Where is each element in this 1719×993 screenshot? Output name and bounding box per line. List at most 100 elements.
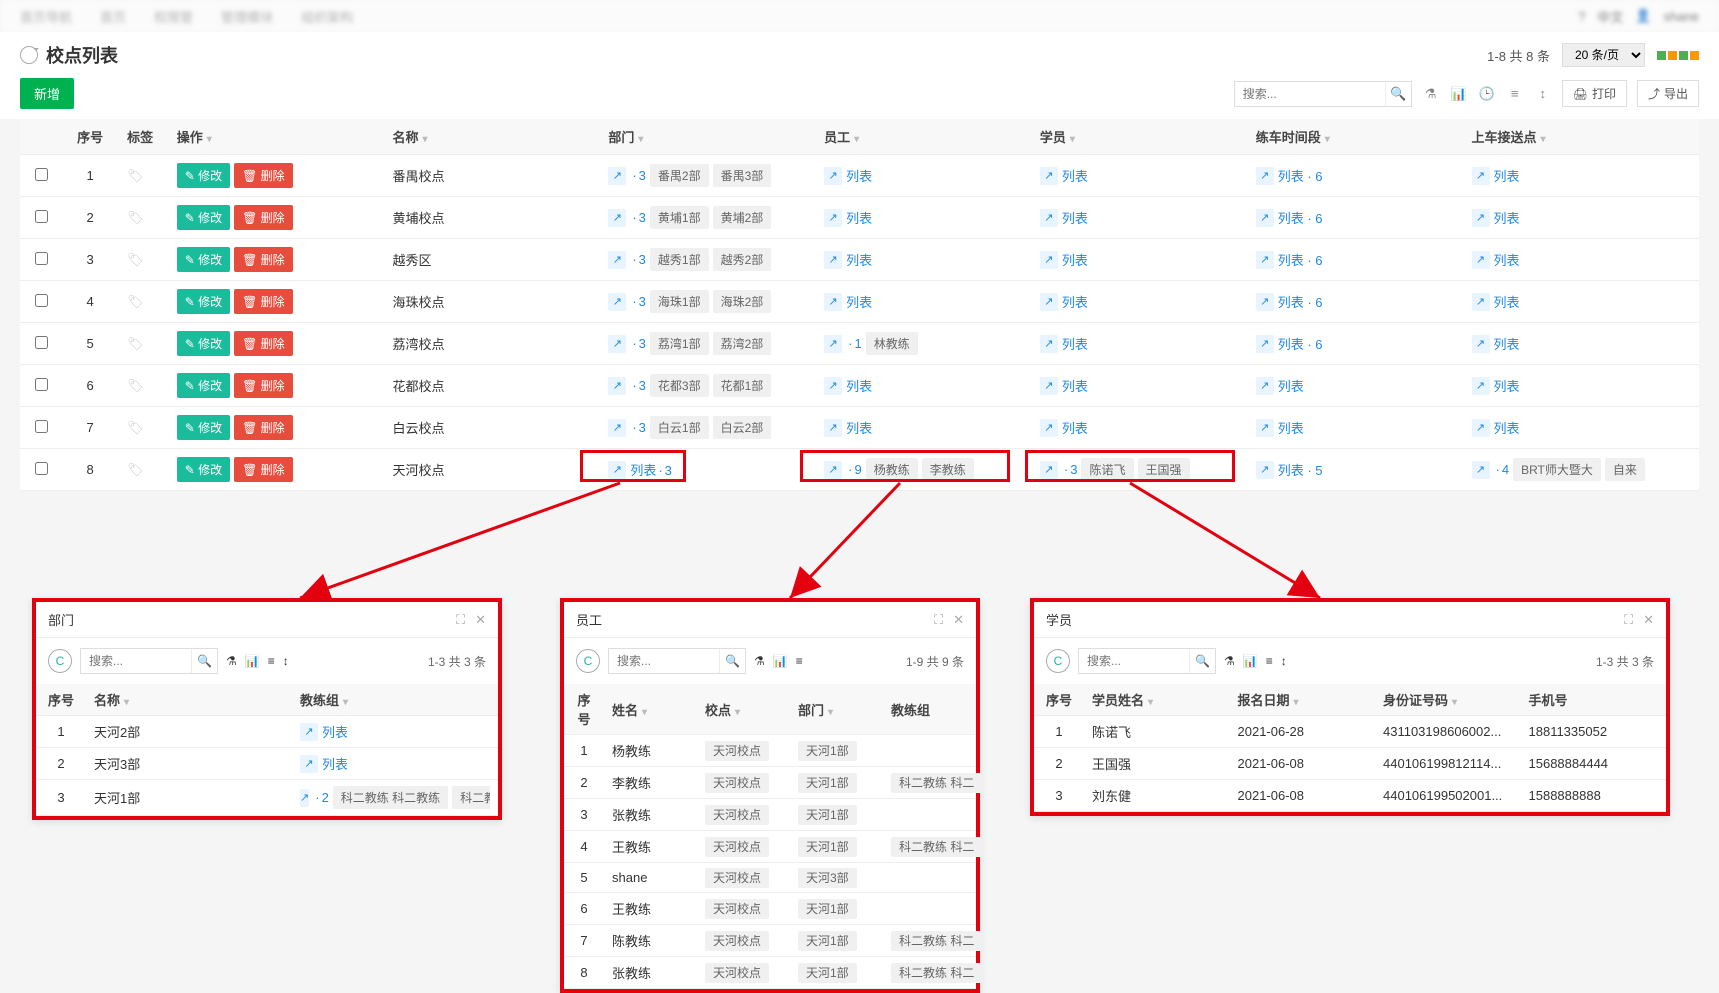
p-col-name[interactable]: 学员姓名▾ <box>1084 684 1230 716</box>
link-icon[interactable]: ↗ <box>824 461 842 479</box>
link-icon[interactable]: ↗ <box>1256 251 1274 269</box>
tag-chip[interactable]: 天河1部 <box>798 931 857 951</box>
tag-chip[interactable]: 科二教练 科二 <box>891 837 982 857</box>
col-dept[interactable]: 部门▾ <box>598 119 814 155</box>
tag-chip[interactable]: 天河1部 <box>798 805 857 825</box>
delete-button[interactable]: 🗑 删除 <box>234 457 293 482</box>
refresh-icon[interactable] <box>20 46 38 64</box>
list-link[interactable]: 列表 <box>846 250 872 269</box>
tag-chip[interactable]: 自来 <box>1605 458 1645 481</box>
nav-tab[interactable]: 首页 <box>100 7 126 26</box>
list-link[interactable]: 列表 · 6 <box>1278 166 1323 185</box>
link-icon[interactable]: ↗ <box>608 293 626 311</box>
tag-chip[interactable]: 天河1部 <box>798 741 857 761</box>
search-icon[interactable]: 🔍 <box>719 649 745 673</box>
list-link[interactable]: 列表 <box>1494 376 1520 395</box>
row-checkbox[interactable] <box>35 210 48 223</box>
expand-icon[interactable]: ⛶ <box>1624 612 1633 628</box>
list-link[interactable]: ·3 <box>630 210 646 225</box>
link-icon[interactable]: ↗ <box>1256 209 1274 227</box>
list-link[interactable]: 列表 <box>1494 292 1520 311</box>
list-link[interactable]: 列表 <box>846 208 872 227</box>
tag-chip[interactable]: 越秀1部 <box>650 248 709 271</box>
tag-chip[interactable]: 番禺2部 <box>650 164 709 187</box>
tag-chip[interactable]: 天河校点 <box>705 805 769 825</box>
col-pick[interactable]: 上车接送点▾ <box>1462 119 1700 155</box>
list-link[interactable]: ·3 <box>630 336 646 351</box>
delete-button[interactable]: 🗑 删除 <box>234 163 293 188</box>
tag-chip[interactable]: 天河校点 <box>705 868 769 888</box>
tag-chip[interactable]: 科二教练 科二 <box>891 963 982 983</box>
list-link[interactable]: 列表 <box>1494 208 1520 227</box>
link-icon[interactable]: ↗ <box>1256 293 1274 311</box>
tag-chip[interactable]: 荔湾2部 <box>713 332 772 355</box>
list-link[interactable]: ·3 <box>630 420 646 435</box>
list-link[interactable]: 列表 <box>1062 208 1088 227</box>
list-link[interactable]: ·3 <box>1062 462 1078 477</box>
search-input[interactable] <box>609 649 719 673</box>
link-icon[interactable]: ↗ <box>1256 461 1274 479</box>
tag-chip[interactable]: 天河校点 <box>705 837 769 857</box>
list-link[interactable]: ·3 <box>630 168 646 183</box>
close-icon[interactable]: ✕ <box>475 612 486 628</box>
search-icon[interactable]: 🔍 <box>191 649 217 673</box>
link-icon[interactable]: ↗ <box>1256 167 1274 185</box>
expand-icon[interactable]: ⛶ <box>456 612 465 628</box>
close-icon[interactable]: ✕ <box>953 612 964 628</box>
chart-icon[interactable]: 📊 <box>245 654 260 668</box>
list-link[interactable]: 列表 <box>322 722 348 741</box>
tag-chip[interactable]: 海珠1部 <box>650 290 709 313</box>
link-icon[interactable]: ↗ <box>824 419 842 437</box>
nav-tab[interactable]: 组织架构 <box>301 7 353 26</box>
filter-icon[interactable]: ⚗ <box>1224 654 1235 668</box>
tag-chip[interactable]: 天河1部 <box>798 773 857 793</box>
p-col-grp[interactable]: 教练组▾ <box>292 684 498 716</box>
refresh-icon[interactable]: C <box>576 649 600 673</box>
cell-tag[interactable]: 🏷 <box>117 323 167 365</box>
p-col-id[interactable]: 身份证号码▾ <box>1375 684 1521 716</box>
cell-tag[interactable]: 🏷 <box>117 155 167 197</box>
list-link[interactable]: 列表 <box>1278 376 1304 395</box>
list-link[interactable]: 列表·3 <box>630 460 672 479</box>
row-checkbox[interactable] <box>35 294 48 307</box>
sort-icon[interactable]: ↕ <box>1281 654 1287 668</box>
delete-button[interactable]: 🗑 删除 <box>234 415 293 440</box>
print-button[interactable]: 🖨 打印 <box>1562 80 1627 107</box>
edit-button[interactable]: ✎ 修改 <box>177 163 230 188</box>
cell-tag[interactable]: 🏷 <box>117 197 167 239</box>
tag-chip[interactable]: 林教练 <box>866 332 918 355</box>
list-link[interactable]: 列表 <box>1494 250 1520 269</box>
link-icon[interactable]: ↗ <box>300 723 318 741</box>
col-seq[interactable]: 序号 <box>63 119 117 155</box>
list-icon[interactable]: ≡ <box>1506 86 1524 102</box>
link-icon[interactable]: ↗ <box>608 461 626 479</box>
link-icon[interactable]: ↗ <box>1040 293 1058 311</box>
tag-chip[interactable]: BRT师大暨大 <box>1513 458 1601 481</box>
list-link[interactable]: 列表 <box>1062 334 1088 353</box>
tag-chip[interactable]: 越秀2部 <box>713 248 772 271</box>
help-icon[interactable]: ? <box>1578 9 1585 24</box>
tag-chip[interactable]: 科二教练 科二 <box>891 773 982 793</box>
list-link[interactable]: 列表 · 6 <box>1278 208 1323 227</box>
tag-chip[interactable]: 黄埔2部 <box>713 206 772 229</box>
tag-chip[interactable]: 天河校点 <box>705 773 769 793</box>
tag-chip[interactable]: 黄埔1部 <box>650 206 709 229</box>
tag-chip[interactable]: 番禺3部 <box>713 164 772 187</box>
edit-button[interactable]: ✎ 修改 <box>177 373 230 398</box>
close-icon[interactable]: ✕ <box>1643 612 1654 628</box>
filter-icon[interactable]: ⚗ <box>226 654 237 668</box>
edit-button[interactable]: ✎ 修改 <box>177 205 230 230</box>
link-icon[interactable]: ↗ <box>608 167 626 185</box>
list-link[interactable]: 列表 <box>322 754 348 773</box>
list-link[interactable]: 列表 <box>1062 250 1088 269</box>
p-col-phone[interactable]: 手机号 <box>1521 684 1667 716</box>
link-icon[interactable]: ↗ <box>824 167 842 185</box>
link-icon[interactable]: ↗ <box>300 789 309 807</box>
link-icon[interactable]: ↗ <box>608 209 626 227</box>
link-icon[interactable]: ↗ <box>608 335 626 353</box>
p-col-grp[interactable]: 教练组 <box>883 684 976 735</box>
search-input[interactable] <box>1079 649 1189 673</box>
col-tag[interactable]: 标签 <box>117 119 167 155</box>
row-checkbox[interactable] <box>35 378 48 391</box>
list-link[interactable]: 列表 · 6 <box>1278 334 1323 353</box>
